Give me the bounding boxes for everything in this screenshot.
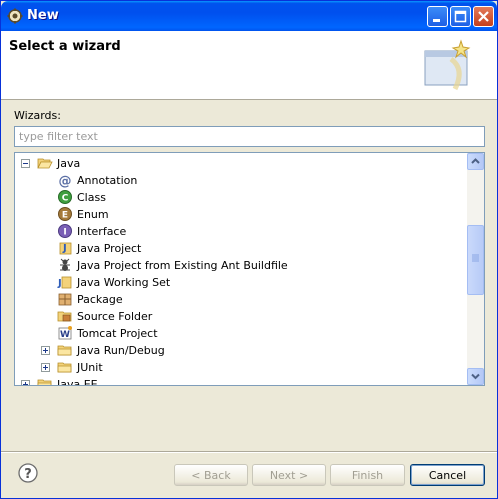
tree-item-label: Source Folder bbox=[77, 310, 153, 323]
vertical-scrollbar[interactable] bbox=[467, 153, 484, 385]
folder-icon bbox=[57, 362, 72, 373]
expand-icon[interactable] bbox=[21, 380, 30, 385]
tree-item-label: Java Working Set bbox=[77, 276, 171, 289]
folder-open-icon bbox=[37, 158, 53, 169]
tree-item-class[interactable]: C Class bbox=[15, 189, 469, 206]
package-icon bbox=[58, 293, 72, 306]
tree-item-interface[interactable]: I Interface bbox=[15, 223, 469, 240]
folder-icon bbox=[37, 379, 52, 385]
svg-text:J: J bbox=[62, 243, 67, 254]
tree-item-label: Java Project bbox=[77, 242, 142, 255]
next-button[interactable]: Next > bbox=[252, 464, 326, 486]
class-icon: C bbox=[58, 190, 72, 204]
svg-text:W: W bbox=[60, 330, 70, 340]
tree-item-java-project[interactable]: J Java Project bbox=[15, 240, 469, 257]
svg-text:E: E bbox=[62, 211, 68, 221]
interface-icon: I bbox=[58, 224, 72, 238]
expand-icon[interactable] bbox=[41, 346, 50, 355]
title-bar[interactable]: New bbox=[1, 1, 497, 31]
close-icon bbox=[478, 11, 489, 22]
tree-item-label: Enum bbox=[77, 208, 109, 221]
java-project-icon: J bbox=[59, 242, 72, 255]
working-set-icon: J bbox=[57, 276, 72, 289]
svg-text:I: I bbox=[63, 228, 66, 238]
back-button[interactable]: < Back bbox=[174, 464, 248, 486]
scroll-up-button[interactable] bbox=[467, 153, 484, 170]
grip-icon bbox=[472, 254, 479, 262]
minimize-button[interactable] bbox=[427, 6, 448, 27]
tree-item-label: Tomcat Project bbox=[77, 327, 158, 340]
tree-item-tomcat-project[interactable]: W Tomcat Project bbox=[15, 325, 469, 342]
svg-text:J: J bbox=[57, 278, 62, 289]
tree-item-annotation[interactable]: @ Annotation bbox=[15, 172, 469, 189]
chevron-up-icon bbox=[471, 158, 480, 164]
svg-text:@: @ bbox=[59, 174, 72, 188]
tree-item-java-ee[interactable]: Java EE bbox=[15, 376, 469, 386]
collapse-icon[interactable] bbox=[21, 159, 30, 168]
folder-icon bbox=[57, 345, 72, 356]
svg-text:?: ? bbox=[24, 467, 32, 482]
tree-item-enum[interactable]: E Enum bbox=[15, 206, 469, 223]
tree-item-java[interactable]: Java bbox=[15, 155, 469, 172]
filter-input[interactable] bbox=[14, 126, 485, 147]
chevron-down-icon bbox=[471, 373, 480, 380]
tree-item-java-working-set[interactable]: J Java Working Set bbox=[15, 274, 469, 291]
wizards-label: Wizards: bbox=[14, 109, 61, 122]
tree-item-label: Java EE bbox=[57, 378, 98, 386]
tree-item-label: Class bbox=[77, 191, 106, 204]
expand-icon[interactable] bbox=[41, 363, 50, 372]
help-icon[interactable]: ? bbox=[18, 463, 38, 483]
scroll-down-button[interactable] bbox=[467, 368, 484, 385]
source-folder-icon bbox=[57, 311, 72, 322]
maximize-icon bbox=[454, 10, 467, 23]
button-bar-separator bbox=[1, 451, 497, 453]
tree-item-label: Java Project from Existing Ant Buildfile bbox=[77, 259, 288, 272]
tree-item-label: Package bbox=[77, 293, 123, 306]
tree-item-java-run-debug[interactable]: Java Run/Debug bbox=[15, 342, 469, 359]
tree-item-junit[interactable]: JUnit bbox=[15, 359, 469, 376]
tomcat-icon: W bbox=[58, 326, 72, 340]
tree-item-source-folder[interactable]: Source Folder bbox=[15, 308, 469, 325]
enum-icon: E bbox=[58, 207, 72, 221]
annotation-icon: @ bbox=[59, 174, 72, 188]
scroll-thumb[interactable] bbox=[467, 225, 484, 295]
wizard-tree[interactable]: Java @ Annotation C Class E Enum I Interface J Jav… bbox=[14, 152, 485, 386]
tree-item-label: Interface bbox=[77, 225, 127, 238]
eclipse-gear-icon bbox=[7, 8, 23, 24]
tree-item-label: JUnit bbox=[77, 361, 103, 374]
new-wizard-dialog: New Select a wizard Wizards: Java @ Annota… bbox=[0, 0, 498, 499]
tree-item-label: Java Run/Debug bbox=[77, 344, 165, 357]
finish-button[interactable]: Finish bbox=[330, 464, 405, 486]
close-button[interactable] bbox=[473, 6, 494, 27]
page-title: Select a wizard bbox=[9, 39, 121, 54]
svg-text:C: C bbox=[62, 194, 69, 204]
tree-item-label: Annotation bbox=[77, 174, 138, 187]
wizard-header: Select a wizard bbox=[1, 31, 497, 100]
tree-item-label: Java bbox=[57, 157, 81, 170]
window-title: New bbox=[27, 8, 59, 23]
wizard-banner-icon bbox=[424, 39, 471, 91]
tree-item-java-project-from-existing-ant-buildfile[interactable]: Java Project from Existing Ant Buildfile bbox=[15, 257, 469, 274]
maximize-button[interactable] bbox=[450, 6, 471, 27]
minimize-icon bbox=[433, 19, 440, 22]
cancel-button[interactable]: Cancel bbox=[410, 464, 485, 486]
ant-icon bbox=[60, 258, 70, 271]
tree-item-package[interactable]: Package bbox=[15, 291, 469, 308]
